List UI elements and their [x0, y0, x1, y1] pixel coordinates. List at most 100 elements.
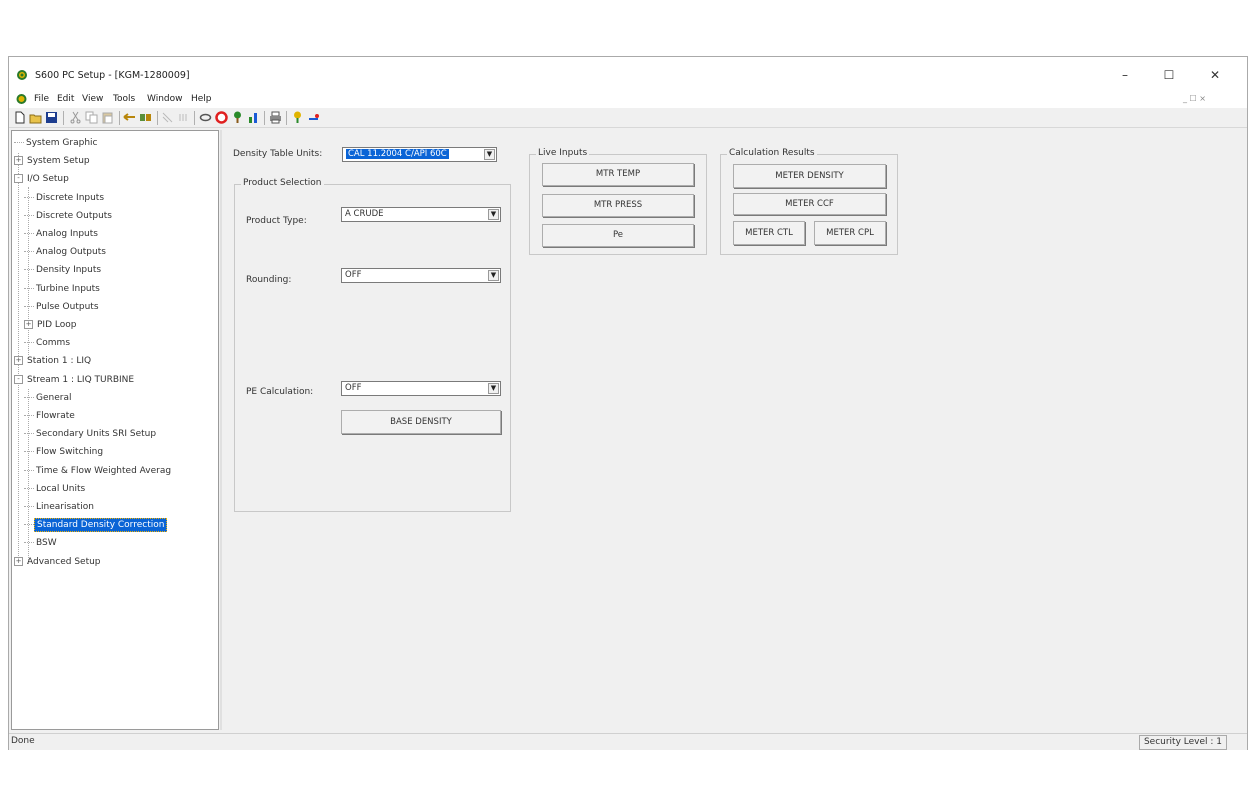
- tree-item[interactable]: - Stream 1 : LIQ TURBINE: [14, 372, 136, 389]
- tree-item[interactable]: Analog Outputs: [24, 244, 108, 261]
- connect-icon[interactable]: [161, 111, 174, 124]
- navigation-tree[interactable]: System Graphic + System Setup - I/O Setup Dis…: [11, 130, 219, 730]
- disconnect-icon[interactable]: [177, 111, 190, 124]
- tree-item-label: System Setup: [27, 156, 90, 167]
- tree-item[interactable]: + Advanced Setup: [14, 554, 103, 571]
- tree-item[interactable]: BSW: [24, 535, 59, 552]
- tree-icon[interactable]: [231, 111, 244, 124]
- link-icon[interactable]: [199, 111, 212, 124]
- open-folder-icon[interactable]: [29, 111, 42, 124]
- tree-item-label: Turbine Inputs: [36, 283, 100, 294]
- tree-item[interactable]: Comms: [24, 335, 72, 352]
- tree-item[interactable]: + PID Loop: [24, 317, 78, 334]
- product-type-value: A CRUDE: [345, 209, 384, 219]
- tree-item[interactable]: Discrete Outputs: [24, 208, 114, 225]
- tree-connector: [24, 542, 34, 544]
- tree-item[interactable]: General: [24, 390, 73, 407]
- mtr-press-button[interactable]: MTR PRESS: [542, 194, 694, 217]
- tree-item[interactable]: Flowrate: [24, 408, 77, 425]
- tree-item[interactable]: Pulse Outputs: [24, 299, 101, 316]
- density-table-units-dropdown[interactable]: CAL 11.2004 C/API 60C ▼: [342, 147, 497, 162]
- meter-ctl-button[interactable]: METER CTL: [733, 221, 805, 245]
- help-icon[interactable]: [291, 111, 304, 124]
- expand-icon[interactable]: +: [14, 156, 23, 166]
- pe-calculation-dropdown[interactable]: OFF ▼: [341, 381, 501, 396]
- tree-connector: [24, 433, 34, 435]
- tree-item[interactable]: Standard Density Correction: [24, 517, 168, 534]
- tree-item[interactable]: Time & Flow Weighted Averag: [24, 463, 173, 480]
- print-icon[interactable]: [269, 111, 282, 124]
- product-type-dropdown[interactable]: A CRUDE ▼: [341, 207, 501, 222]
- tree-item[interactable]: Analog Inputs: [24, 226, 100, 243]
- collapse-icon[interactable]: -: [14, 374, 23, 384]
- tree-item[interactable]: + Station 1 : LIQ: [14, 353, 93, 370]
- menu-view[interactable]: View: [82, 94, 103, 104]
- maximize-button[interactable]: ☐: [1147, 63, 1191, 87]
- meter-ccf-button[interactable]: METER CCF: [733, 193, 886, 215]
- tree-connector: [24, 469, 34, 471]
- title-bar[interactable]: S600 PC Setup - [KGM-1280009] – ☐ ✕: [9, 57, 1247, 91]
- tree-item[interactable]: Density Inputs: [24, 262, 103, 279]
- expand-icon[interactable]: +: [14, 356, 23, 366]
- chevron-down-icon[interactable]: ▼: [488, 209, 499, 220]
- tree-item-label: Stream 1 : LIQ TURBINE: [27, 374, 135, 385]
- tree-item[interactable]: System Graphic: [14, 135, 99, 152]
- rounding-dropdown[interactable]: OFF ▼: [341, 268, 501, 283]
- tree-connector: [24, 305, 34, 307]
- tree-connector: [14, 142, 24, 143]
- security-level-badge: Security Level : 1: [1138, 735, 1227, 750]
- minimize-button[interactable]: –: [1103, 63, 1147, 87]
- pe-button[interactable]: Pe: [542, 224, 694, 247]
- expand-icon[interactable]: +: [14, 556, 23, 566]
- tree-item[interactable]: + System Setup: [14, 153, 92, 170]
- tree-item[interactable]: Local Units: [24, 481, 87, 498]
- menu-edit[interactable]: Edit: [57, 94, 74, 104]
- tree-connector: [24, 415, 34, 416]
- tree-item-label: Density Inputs: [36, 265, 102, 276]
- rounding-value: OFF: [345, 270, 362, 280]
- mdi-controls[interactable]: _ ☐ ×: [1183, 94, 1206, 103]
- product-selection-title: Product Selection: [241, 178, 324, 188]
- menu-window[interactable]: Window: [147, 94, 183, 104]
- collapse-icon[interactable]: -: [14, 174, 23, 184]
- tree-connector: [24, 396, 34, 398]
- transfer-icon[interactable]: [139, 111, 152, 124]
- cut-icon[interactable]: [69, 111, 82, 124]
- paste-icon[interactable]: [101, 111, 114, 124]
- mtr-temp-button[interactable]: MTR TEMP: [542, 163, 694, 186]
- back-arrow-icon[interactable]: [123, 111, 136, 124]
- meter-cpl-button[interactable]: METER CPL: [814, 221, 886, 245]
- meter-density-button[interactable]: METER DENSITY: [733, 164, 886, 188]
- stop-icon[interactable]: [215, 111, 228, 124]
- expand-icon[interactable]: +: [24, 320, 33, 329]
- tree-item-label: Discrete Inputs: [36, 192, 105, 203]
- chart-icon[interactable]: [247, 111, 260, 124]
- tree-item-label: Linearisation: [36, 502, 94, 512]
- document-icon: [16, 94, 27, 104]
- menu-tools[interactable]: Tools: [113, 94, 135, 104]
- save-icon[interactable]: [45, 111, 58, 124]
- tree-item-label: PID Loop: [37, 320, 77, 330]
- new-file-icon[interactable]: [13, 111, 26, 124]
- about-icon[interactable]: [307, 111, 320, 124]
- tree-item-label: Secondary Units SRI Setup: [36, 429, 157, 440]
- pe-calculation-label: PE Calculation:: [246, 387, 314, 397]
- close-button[interactable]: ✕: [1193, 63, 1237, 87]
- chevron-down-icon[interactable]: ▼: [488, 383, 499, 394]
- tree-item[interactable]: Flow Switching: [24, 444, 105, 461]
- menu-file[interactable]: File: [34, 94, 49, 104]
- pe-calculation-value: OFF: [345, 383, 362, 393]
- tree-item[interactable]: Discrete Inputs: [24, 190, 106, 207]
- tree-item-label: Local Units: [36, 483, 86, 494]
- chevron-down-icon[interactable]: ▼: [488, 270, 499, 281]
- tree-item[interactable]: Turbine Inputs: [24, 281, 102, 298]
- chevron-down-icon[interactable]: ▼: [484, 149, 495, 160]
- tree-connector: [24, 342, 34, 344]
- tree-item[interactable]: Secondary Units SRI Setup: [24, 426, 158, 443]
- base-density-button[interactable]: BASE DENSITY: [341, 410, 501, 434]
- tree-item[interactable]: - I/O Setup: [14, 171, 71, 188]
- tree-item[interactable]: Linearisation: [24, 499, 96, 516]
- copy-icon[interactable]: [85, 111, 98, 124]
- menu-help[interactable]: Help: [191, 94, 212, 104]
- panel-splitter[interactable]: [220, 130, 222, 730]
